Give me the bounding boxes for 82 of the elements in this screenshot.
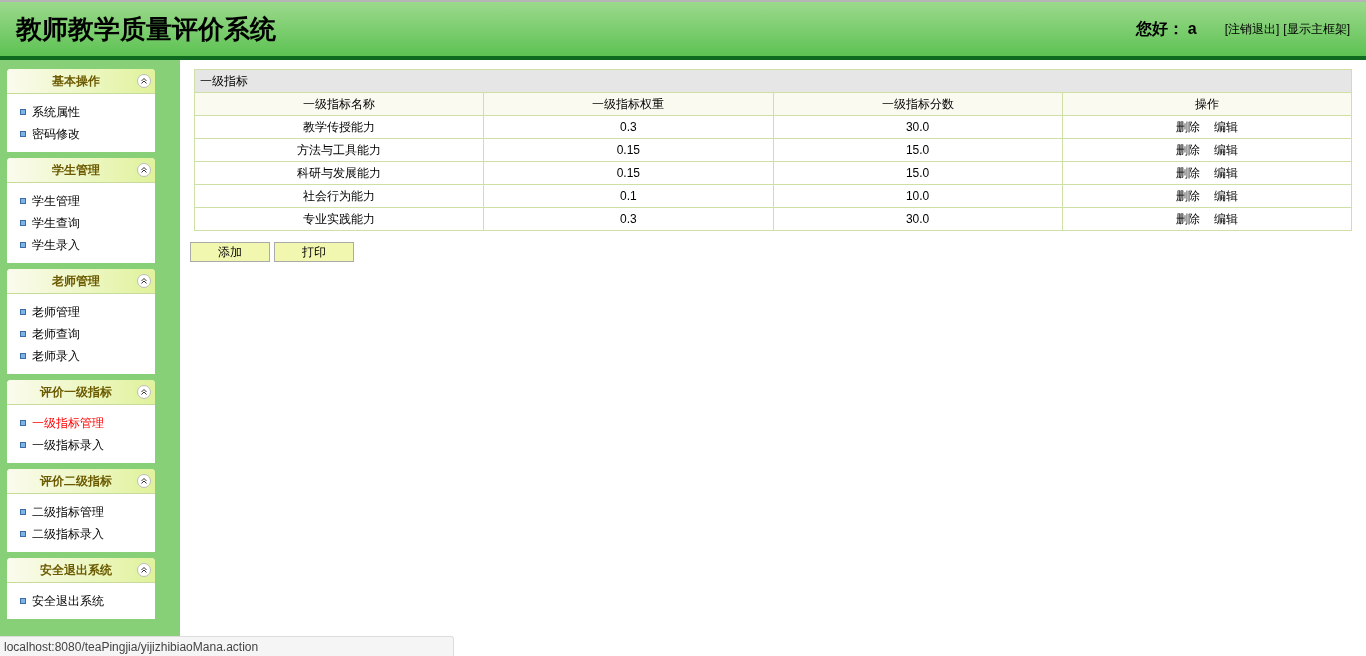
table-cell: 0.3 <box>483 115 773 139</box>
bullet-icon <box>20 531 26 537</box>
action-link[interactable]: 编辑 <box>1213 187 1238 205</box>
sidebar-item[interactable]: 老师管理 <box>32 303 80 321</box>
action-button[interactable]: 打印 <box>274 242 354 262</box>
panel-header[interactable]: 学生管理 <box>7 158 155 183</box>
column-header: 一级指标名称 <box>194 92 484 116</box>
bullet-icon <box>20 331 26 337</box>
collapse-icon[interactable] <box>137 163 151 177</box>
sidebar-item[interactable]: 一级指标录入 <box>32 436 104 454</box>
column-header: 一级指标权重 <box>483 92 773 116</box>
column-header: 一级指标分数 <box>773 92 1063 116</box>
table-cell: 0.1 <box>483 184 773 208</box>
sidebar-item[interactable]: 一级指标管理 <box>32 414 104 432</box>
panel-header[interactable]: 评价二级指标 <box>7 469 155 494</box>
table-cell: 15.0 <box>773 161 1063 185</box>
collapse-icon[interactable] <box>137 74 151 88</box>
bullet-icon <box>20 509 26 515</box>
sidebar-item[interactable]: 学生查询 <box>32 214 80 232</box>
header-link[interactable]: [显示主框架] <box>1283 20 1350 38</box>
header-link[interactable]: [注销退出] <box>1224 20 1280 38</box>
table-cell: 专业实践能力 <box>194 207 484 231</box>
panel-title: 学生管理 <box>51 162 101 179</box>
action-link[interactable]: 编辑 <box>1213 164 1238 182</box>
table-cell: 0.3 <box>483 207 773 231</box>
table-cell: 科研与发展能力 <box>194 161 484 185</box>
action-link[interactable]: 编辑 <box>1213 210 1238 228</box>
action-button[interactable]: 添加 <box>190 242 270 262</box>
app-title: 教师教学质量评价系统 <box>16 12 276 46</box>
bullet-icon <box>20 242 26 248</box>
bullet-icon <box>20 309 26 315</box>
user-name: a <box>1187 19 1197 39</box>
sidebar-item[interactable]: 学生录入 <box>32 236 80 254</box>
bullet-icon <box>20 442 26 448</box>
panel-title: 评价二级指标 <box>38 473 113 490</box>
sidebar-item[interactable]: 密码修改 <box>32 125 80 143</box>
panel-header[interactable]: 基本操作 <box>7 69 155 94</box>
status-bar: localhost:8080/teaPingjia/yijizhibiaoMana.action <box>0 636 454 656</box>
action-link[interactable]: 编辑 <box>1213 141 1238 159</box>
collapse-icon[interactable] <box>137 274 151 288</box>
sidebar-item[interactable]: 学生管理 <box>32 192 80 210</box>
table-cell: 方法与工具能力 <box>194 138 484 162</box>
panel-title: 安全退出系统 <box>39 562 113 579</box>
table-cell: 0.15 <box>483 161 773 185</box>
panel-title: 基本操作 <box>51 73 101 90</box>
table-cell: 社会行为能力 <box>194 184 484 208</box>
sidebar-item[interactable]: 老师录入 <box>32 347 80 365</box>
table-cell: 10.0 <box>773 184 1063 208</box>
collapse-icon[interactable] <box>137 563 151 577</box>
bullet-icon <box>20 198 26 204</box>
sidebar-item[interactable]: 系统属性 <box>32 103 80 121</box>
bullet-icon <box>20 420 26 426</box>
sidebar-item[interactable]: 安全退出系统 <box>32 592 104 610</box>
panel-title: 评价一级指标 <box>38 384 113 401</box>
table-cell: 30.0 <box>773 115 1063 139</box>
table-cell: 0.15 <box>483 138 773 162</box>
greeting-text: 您好： <box>1135 19 1184 39</box>
collapse-icon[interactable] <box>137 474 151 488</box>
panel-header[interactable]: 评价一级指标 <box>7 380 155 405</box>
sidebar-item[interactable]: 二级指标录入 <box>32 525 104 543</box>
bullet-icon <box>20 220 26 226</box>
bullet-icon <box>20 131 26 137</box>
action-link[interactable]: 删除 <box>1175 141 1200 159</box>
bullet-icon <box>20 598 26 604</box>
table-cell: 教学传授能力 <box>194 115 484 139</box>
bullet-icon <box>20 353 26 359</box>
action-link[interactable]: 编辑 <box>1213 118 1238 136</box>
panel-header[interactable]: 老师管理 <box>7 269 155 294</box>
table-caption: 一级指标 <box>194 69 1352 93</box>
action-link[interactable]: 删除 <box>1175 210 1200 228</box>
sidebar-item[interactable]: 老师查询 <box>32 325 80 343</box>
table-cell: 15.0 <box>773 138 1063 162</box>
action-link[interactable]: 删除 <box>1175 118 1200 136</box>
panel-header[interactable]: 安全退出系统 <box>7 558 155 583</box>
sidebar-item[interactable]: 二级指标管理 <box>32 503 104 521</box>
bullet-icon <box>20 109 26 115</box>
panel-title: 老师管理 <box>51 273 101 290</box>
column-header: 操作 <box>1062 92 1352 116</box>
action-link[interactable]: 删除 <box>1175 164 1200 182</box>
collapse-icon[interactable] <box>137 385 151 399</box>
action-link[interactable]: 删除 <box>1175 187 1200 205</box>
table-cell: 30.0 <box>773 207 1063 231</box>
